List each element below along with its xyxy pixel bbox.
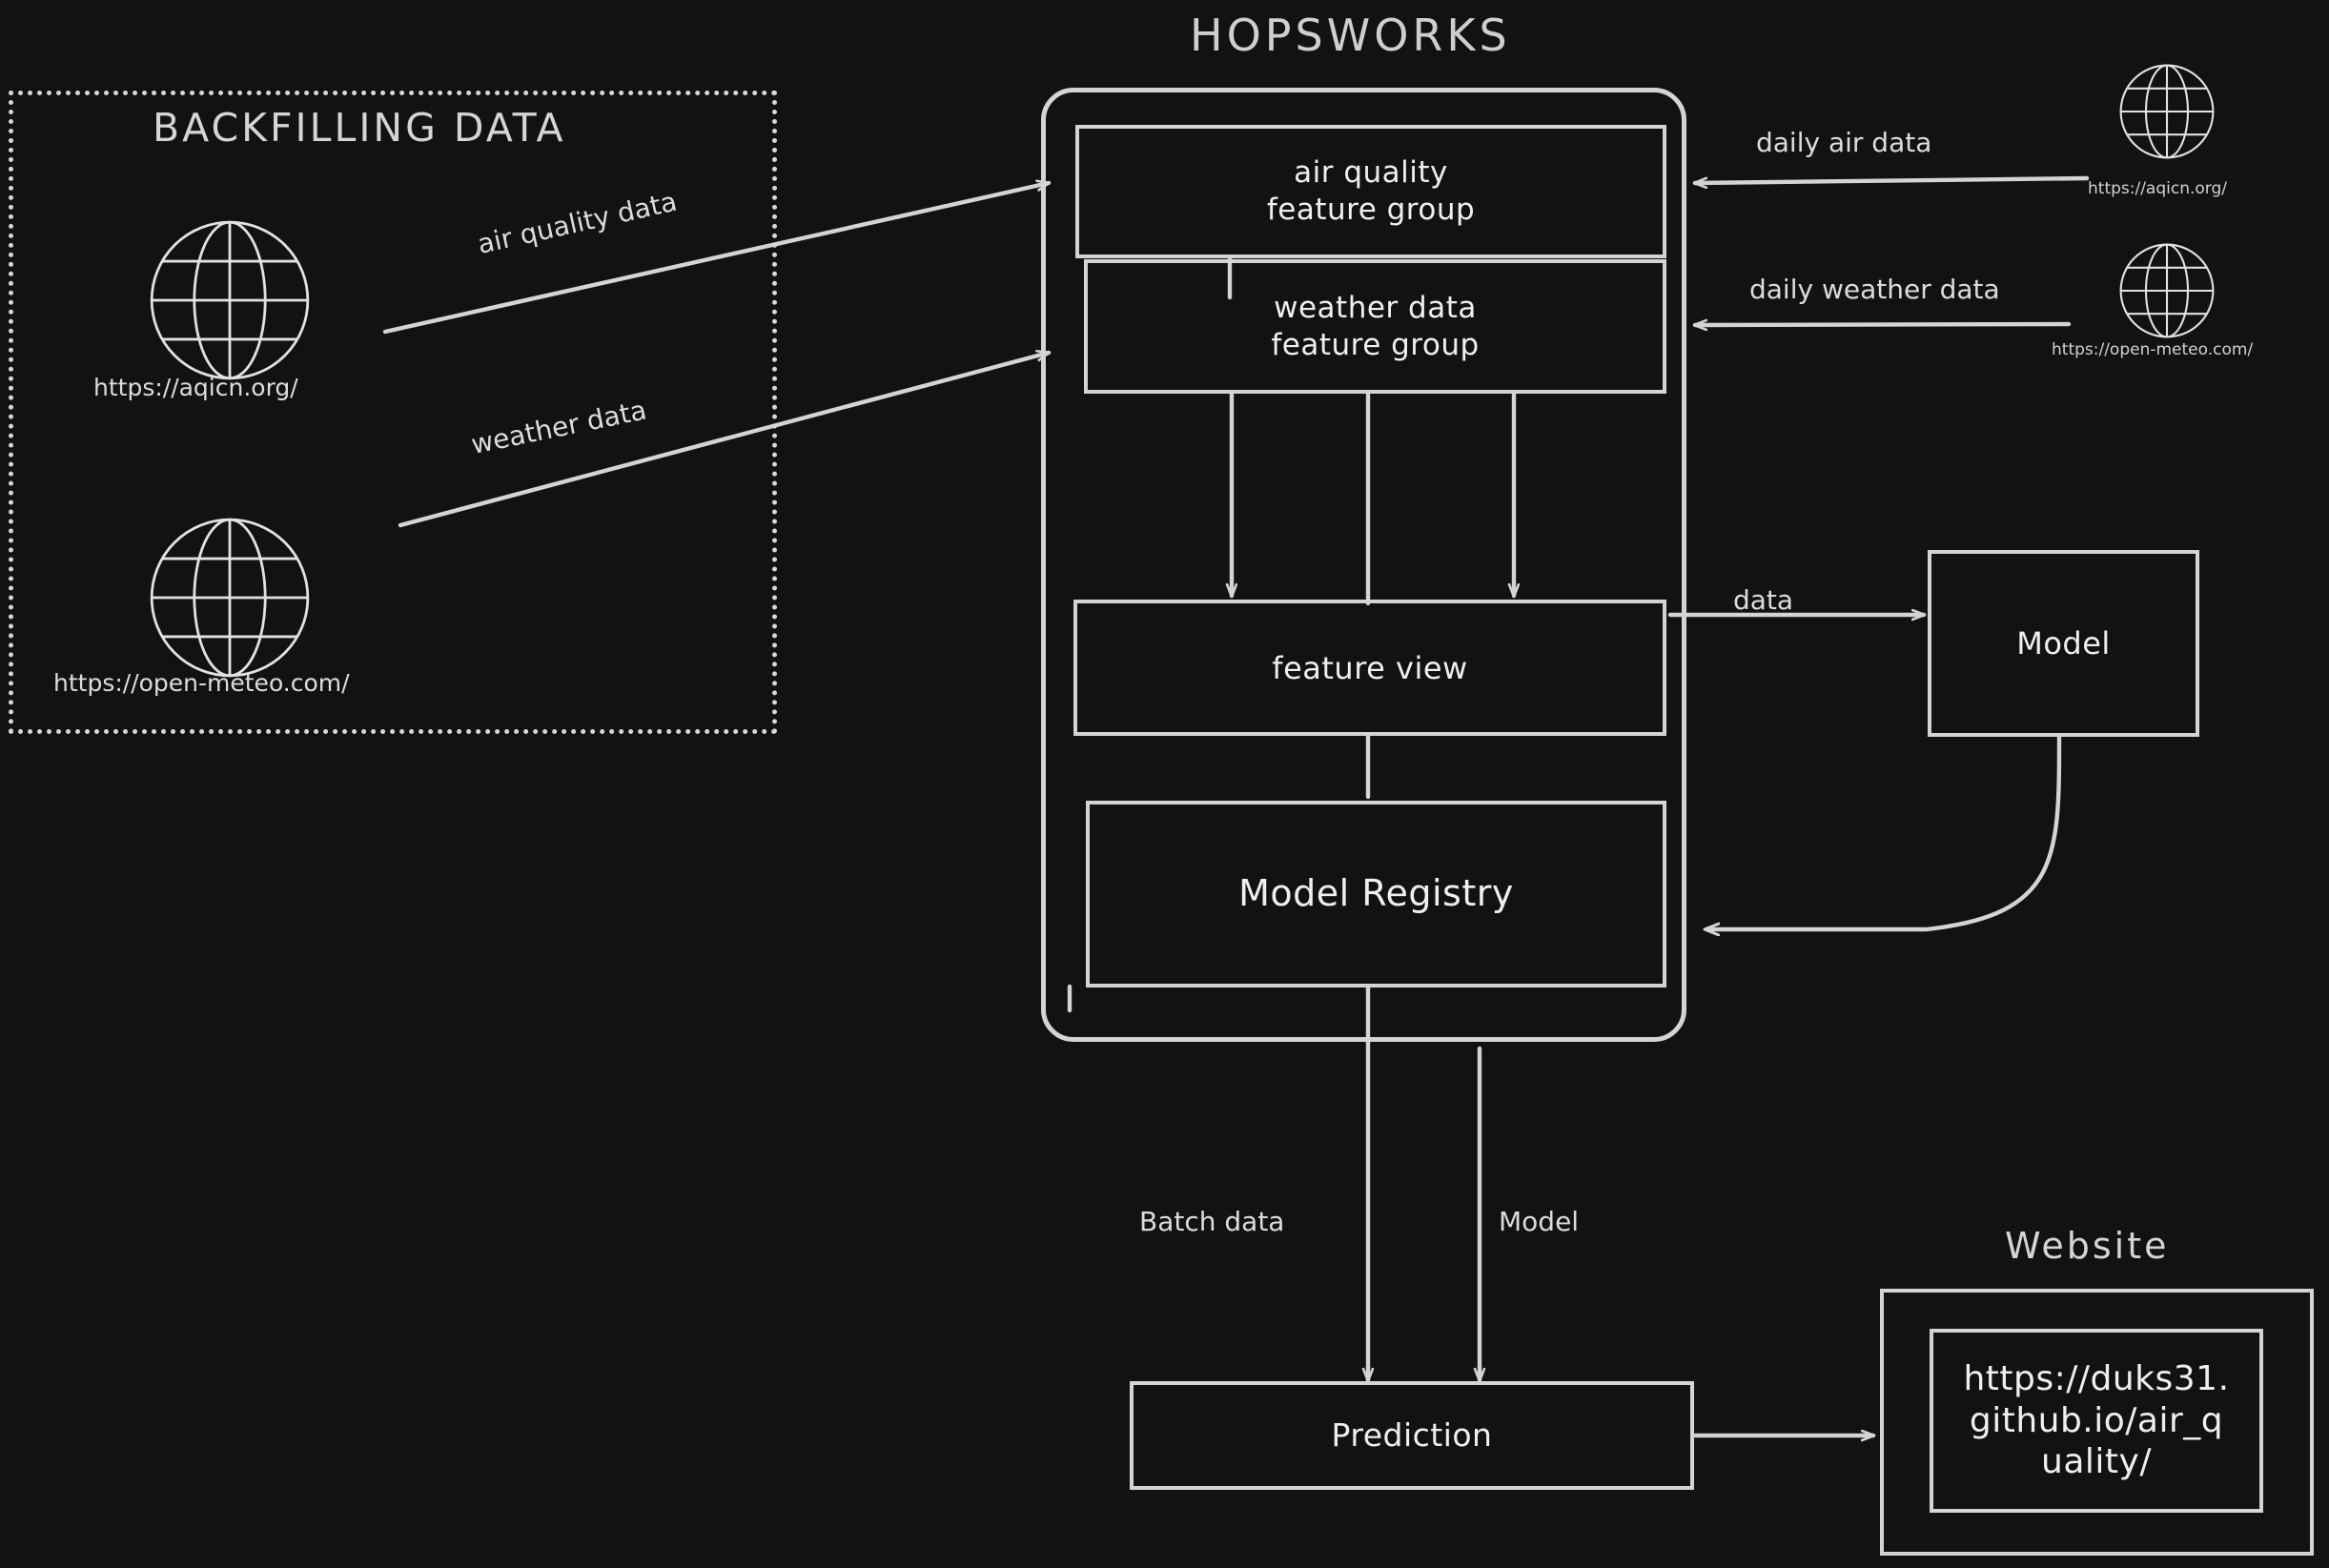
backfill-source-url-0[interactable]: https://aqicn.org/ <box>93 374 298 401</box>
edge-label-batch-data: Batch data <box>1139 1206 1285 1237</box>
globe-icon <box>150 220 310 380</box>
edge-label-model: Model <box>1499 1206 1580 1237</box>
diagram-canvas: BACKFILLING DATA https://aqicn.org/ http… <box>0 0 2329 1568</box>
node-weather-data-feature-group[interactable]: weather data feature group <box>1084 259 1666 394</box>
node-label: Model <box>2016 625 2111 662</box>
node-model-registry[interactable]: Model Registry <box>1086 801 1666 988</box>
node-label: Model Registry <box>1238 872 1514 915</box>
node-air-quality-feature-group[interactable]: air quality feature group <box>1075 125 1666 258</box>
globe-icon <box>2119 243 2215 338</box>
globe-icon <box>2119 64 2215 159</box>
backfilling-title: BACKFILLING DATA <box>153 105 566 151</box>
node-label: air quality feature group <box>1266 155 1476 227</box>
website-url-box[interactable]: https://duks31. github.io/air_q uality/ <box>1930 1329 2263 1513</box>
node-prediction[interactable]: Prediction <box>1130 1381 1694 1490</box>
node-feature-view[interactable]: feature view <box>1073 600 1666 736</box>
hopsworks-title: HOPSWORKS <box>1190 10 1511 61</box>
edge-label-data: data <box>1733 584 1794 616</box>
website-url: https://duks31. github.io/air_q uality/ <box>1963 1358 2230 1482</box>
globe-icon <box>150 518 310 678</box>
node-label: feature view <box>1272 649 1468 686</box>
daily-source-url-0[interactable]: https://aqicn.org/ <box>2088 179 2227 198</box>
node-label: weather data feature group <box>1271 290 1480 362</box>
daily-source-url-1[interactable]: https://open-meteo.com/ <box>2052 340 2253 359</box>
edge-label-daily-weather-data: daily weather data <box>1749 274 2000 305</box>
edge-label-daily-air-data: daily air data <box>1756 127 1932 158</box>
node-label: Prediction <box>1331 1416 1493 1455</box>
backfill-source-url-1[interactable]: https://open-meteo.com/ <box>53 669 350 697</box>
node-model[interactable]: Model <box>1928 550 2199 737</box>
website-title: Website <box>2005 1225 2170 1267</box>
